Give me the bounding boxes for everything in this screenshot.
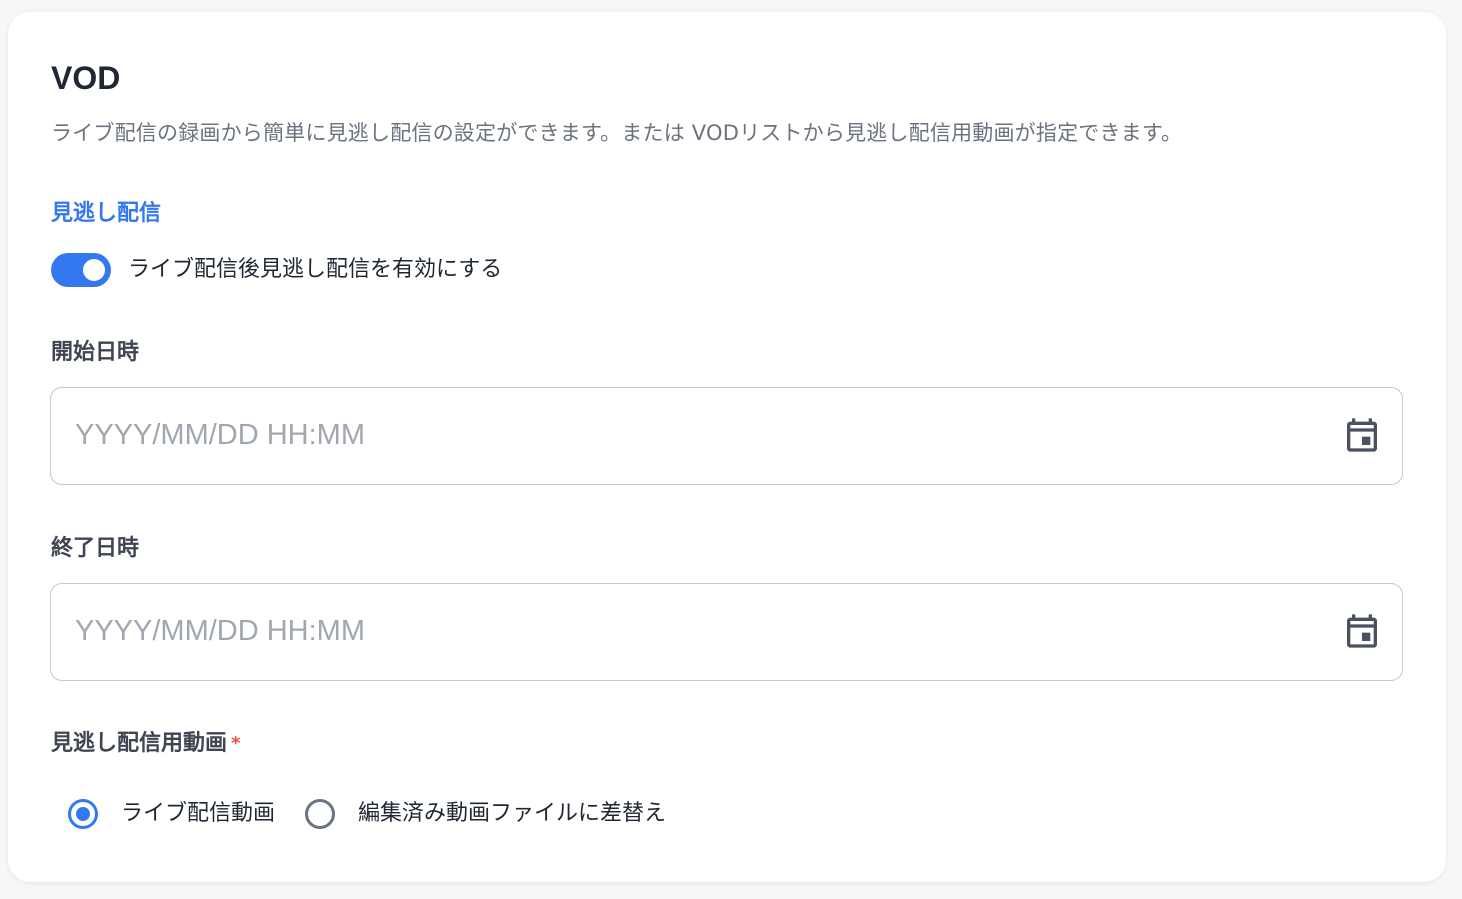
start-datetime-field: [50, 387, 1403, 485]
radio-label-edited-video: 編集済み動画ファイルに差替え: [358, 801, 667, 826]
end-datetime-label: 終了日時: [51, 536, 140, 561]
vod-settings-card: VOD ライブ配信の録画から簡単に見逃し配信の設定ができます。または VODリス…: [8, 12, 1446, 882]
end-datetime-input[interactable]: [75, 584, 1315, 679]
vod-description: ライブ配信の録画から簡単に見逃し配信の設定ができます。または VODリストから見…: [51, 121, 1183, 145]
catchup-video-label: 見逃し配信用動画 *: [51, 729, 240, 759]
catchup-video-radio-group: ライブ配信動画 編集済み動画ファイルに差替え: [68, 794, 666, 834]
required-mark: *: [231, 733, 241, 754]
vod-title: VOD: [51, 60, 121, 96]
catchup-toggle-label: ライブ配信後見逃し配信を有効にする: [128, 257, 503, 282]
catchup-toggle-row: ライブ配信後見逃し配信を有効にする: [51, 252, 502, 288]
end-datetime-field: [50, 583, 1403, 681]
catchup-section-label: 見逃し配信: [51, 201, 162, 226]
calendar-icon[interactable]: [1342, 415, 1382, 455]
calendar-icon[interactable]: [1342, 611, 1382, 651]
start-datetime-input[interactable]: [75, 388, 1315, 483]
radio-option-live-video[interactable]: ライブ配信動画: [68, 799, 275, 829]
start-datetime-label: 開始日時: [51, 340, 140, 365]
radio-edited-video[interactable]: [305, 799, 336, 829]
catchup-video-label-text: 見逃し配信用動画: [51, 731, 228, 756]
catchup-toggle[interactable]: [51, 253, 111, 287]
radio-option-edited-video[interactable]: 編集済み動画ファイルに差替え: [305, 799, 666, 829]
radio-live-video[interactable]: [68, 799, 98, 829]
toggle-knob: [83, 259, 105, 281]
radio-label-live-video: ライブ配信動画: [121, 801, 276, 826]
